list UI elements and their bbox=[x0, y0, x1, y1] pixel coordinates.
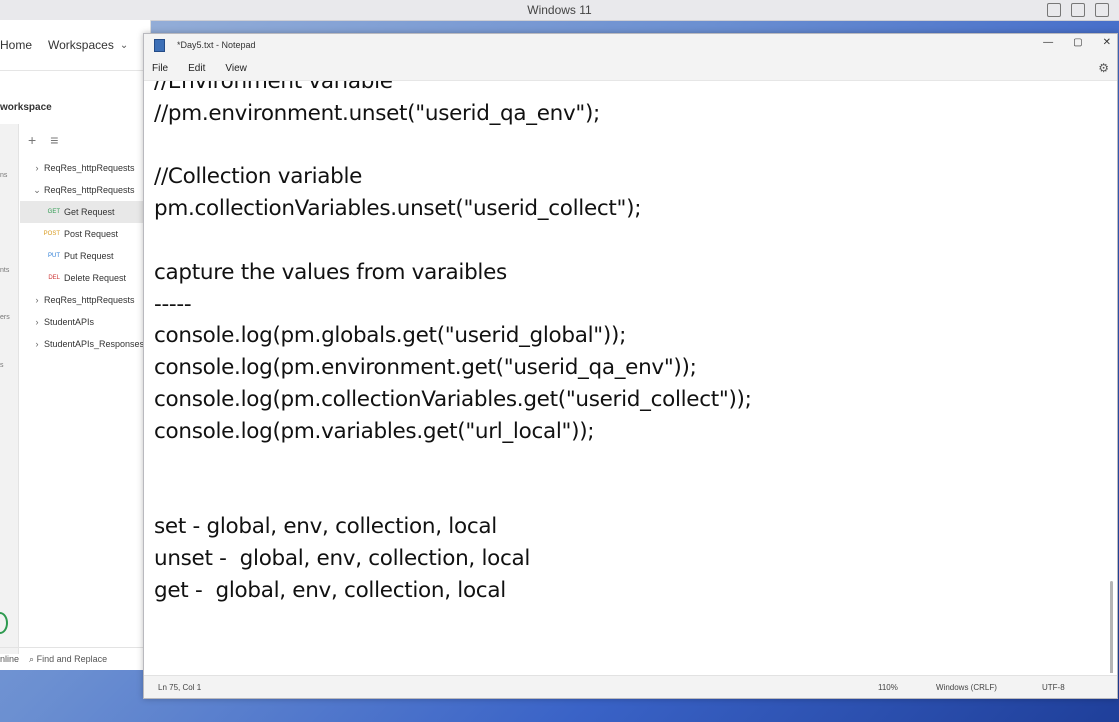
text-line[interactable]: capture the values from varaibles bbox=[154, 260, 507, 285]
tree-item-label: ReqRes_httpRequests bbox=[44, 163, 135, 173]
gear-icon[interactable]: ⚙ bbox=[1098, 61, 1109, 75]
workspaces-label: Workspaces bbox=[48, 38, 114, 52]
encoding: UTF-8 bbox=[1042, 683, 1065, 692]
filter-icon[interactable]: ≡ bbox=[50, 132, 58, 148]
text-line[interactable]: console.log(pm.collectionVariables.get("… bbox=[154, 387, 752, 412]
cursor-position: Ln 75, Col 1 bbox=[158, 683, 202, 692]
battery-icon bbox=[1095, 3, 1109, 17]
text-editor[interactable]: //Environment variable //pm.environment.u… bbox=[144, 81, 1117, 673]
notepad-title-bar[interactable]: *Day5.txt - Notepad — ▢ ✕ bbox=[144, 34, 1117, 56]
host-tray-icons bbox=[1047, 3, 1109, 17]
notepad-icon bbox=[154, 38, 165, 52]
chevron-right-icon[interactable]: › bbox=[30, 317, 44, 327]
collection-folder[interactable]: › StudentAPIs_Responses bbox=[20, 333, 150, 355]
chevron-down-icon: ⌄ bbox=[119, 39, 129, 51]
tree-item-label: StudentAPIs_Responses bbox=[44, 339, 145, 349]
method-badge: PUT bbox=[48, 253, 60, 259]
request-item[interactable]: PUT Put Request bbox=[20, 245, 150, 267]
notepad-title: *Day5.txt - Notepad bbox=[177, 40, 256, 50]
text-line[interactable]: console.log(pm.globals.get("userid_globa… bbox=[154, 323, 626, 348]
text-line[interactable]: pm.collectionVariables.unset("userid_col… bbox=[154, 196, 641, 221]
line-ending: Windows (CRLF) bbox=[936, 683, 997, 692]
tree-item-label: ReqRes_httpRequests bbox=[44, 295, 135, 305]
keyboard-icon[interactable] bbox=[1047, 3, 1061, 17]
text-line[interactable]: ----- bbox=[154, 292, 192, 317]
rail-label[interactable]: s bbox=[0, 362, 4, 369]
window-controls: — ▢ ✕ bbox=[1043, 37, 1111, 48]
home-link[interactable]: Home bbox=[0, 38, 32, 52]
online-status[interactable]: nline bbox=[0, 654, 19, 664]
text-line[interactable]: console.log(pm.environment.get("userid_q… bbox=[154, 355, 697, 380]
chevron-down-icon[interactable]: ⌄ bbox=[30, 185, 44, 196]
add-icon[interactable]: + bbox=[28, 132, 36, 148]
chevron-right-icon[interactable]: › bbox=[30, 163, 44, 173]
text-line[interactable]: unset - global, env, collection, local bbox=[154, 546, 530, 571]
postman-left-rail: ns nts ers s bbox=[0, 124, 19, 654]
tree-item-label: StudentAPIs bbox=[44, 317, 95, 327]
chevron-right-icon[interactable]: › bbox=[30, 295, 44, 305]
tree-item-label: Delete Request bbox=[64, 273, 127, 283]
zoom-level: 110% bbox=[878, 683, 898, 692]
tree-item-label: Put Request bbox=[64, 251, 114, 261]
text-line[interactable]: //pm.environment.unset("userid_qa_env"); bbox=[154, 101, 600, 126]
notepad-window: *Day5.txt - Notepad — ▢ ✕ File Edit View… bbox=[143, 33, 1118, 699]
method-badge: GET bbox=[47, 209, 60, 215]
text-line[interactable]: set - global, env, collection, local bbox=[154, 514, 497, 539]
request-item[interactable]: DEL Delete Request bbox=[20, 267, 150, 289]
request-item[interactable]: GET Get Request bbox=[20, 201, 150, 223]
find-replace-label: Find and Replace bbox=[36, 653, 108, 664]
workspace-title: workspace bbox=[0, 102, 52, 113]
tree-item-label: Get Request bbox=[64, 207, 115, 217]
tree-item-label: ReqRes_httpRequests bbox=[44, 185, 135, 195]
host-title: Windows 11 bbox=[527, 3, 592, 17]
method-badge: POST bbox=[43, 231, 60, 237]
chevron-right-icon[interactable]: › bbox=[30, 339, 44, 349]
vertical-scrollbar[interactable] bbox=[1110, 581, 1113, 673]
status-bar: Ln 75, Col 1 110% Windows (CRLF) UTF-8 bbox=[144, 675, 1117, 698]
settings-icon[interactable] bbox=[1071, 3, 1085, 17]
workspaces-menu[interactable]: Workspaces ⌄ bbox=[48, 38, 128, 52]
collection-tree: › ReqRes_httpRequests ⌄ ReqRes_httpRequests… bbox=[20, 157, 150, 355]
menu-bar: File Edit View ⚙ bbox=[144, 56, 1117, 81]
text-line[interactable]: console.log(pm.variables.get("url_local"… bbox=[154, 419, 595, 444]
maximize-icon[interactable]: ▢ bbox=[1073, 37, 1082, 48]
text-line[interactable]: //Collection variable bbox=[154, 164, 362, 189]
postman-nav: Home Workspaces ⌄ bbox=[0, 20, 150, 71]
collection-folder[interactable]: › ReqRes_httpRequests bbox=[20, 157, 150, 179]
menu-edit[interactable]: Edit bbox=[188, 63, 205, 74]
rail-label[interactable]: ers bbox=[0, 314, 10, 321]
text-line[interactable]: get - global, env, collection, local bbox=[154, 578, 506, 603]
menu-view[interactable]: View bbox=[225, 63, 247, 74]
collection-folder[interactable]: › StudentAPIs bbox=[20, 311, 150, 333]
postman-tree-tools: + ≡ bbox=[28, 132, 58, 148]
find-replace-button[interactable]: ⌕ Find and Replace bbox=[29, 654, 107, 665]
search-icon: ⌕ bbox=[29, 653, 35, 664]
collection-folder[interactable]: › ReqRes_httpRequests bbox=[20, 289, 150, 311]
minimize-icon[interactable]: — bbox=[1043, 37, 1053, 48]
method-badge: DEL bbox=[48, 275, 60, 281]
rail-label[interactable]: nts bbox=[0, 267, 9, 274]
postman-window: Home Workspaces ⌄ workspace ns nts ers s… bbox=[0, 20, 151, 670]
menu-file[interactable]: File bbox=[152, 63, 168, 74]
close-icon[interactable]: ✕ bbox=[1103, 37, 1111, 48]
host-title-bar: Windows 11 bbox=[0, 0, 1119, 21]
request-item[interactable]: POST Post Request bbox=[20, 223, 150, 245]
text-line[interactable]: //Environment variable bbox=[154, 81, 393, 94]
collection-folder[interactable]: ⌄ ReqRes_httpRequests bbox=[20, 179, 150, 201]
tree-item-label: Post Request bbox=[64, 229, 119, 239]
postman-footer: nline ⌕ Find and Replace bbox=[0, 647, 150, 670]
rail-label[interactable]: ns bbox=[0, 172, 7, 179]
